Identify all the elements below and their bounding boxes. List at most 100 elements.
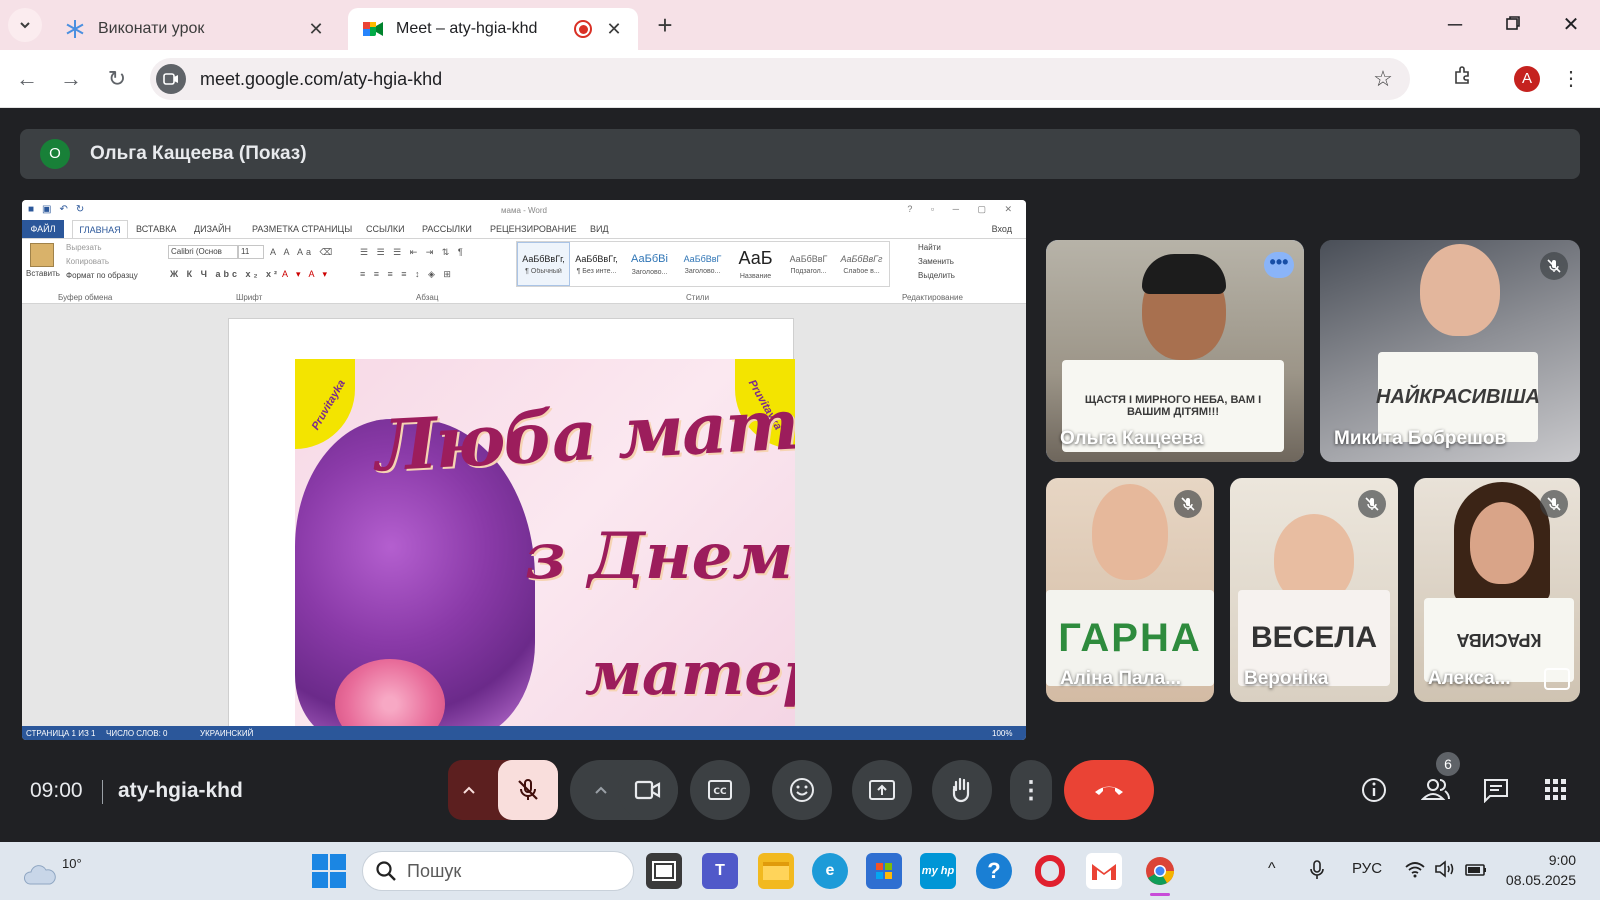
show-hidden-icons-button[interactable]: ^ xyxy=(1268,860,1276,878)
task-view-icon[interactable] xyxy=(646,853,682,889)
battery-icon[interactable] xyxy=(1464,860,1488,883)
edge-icon[interactable]: e xyxy=(812,853,848,889)
video-settings-button[interactable] xyxy=(588,777,614,803)
chevron-down-icon xyxy=(20,22,30,29)
meeting-code: aty-hgia-khd xyxy=(118,779,243,802)
word-tab-file: ФАЙЛ xyxy=(22,220,64,238)
tab-title: Meet – aty-hgia-khd xyxy=(396,20,538,37)
clock-area[interactable]: 9:00 08.05.2025 xyxy=(1506,850,1576,890)
greeting-line-2: з Днем xyxy=(525,519,794,594)
store-icon[interactable] xyxy=(866,853,902,889)
presenter-banner: О Ольга Кащеева (Показ) xyxy=(20,129,1580,179)
forward-button[interactable]: → xyxy=(56,64,86,94)
browser-tab-strip: Виконати урок ✕ Meet – aty-hgia-khd ✕ + … xyxy=(0,0,1600,50)
camera-toggle-button[interactable] xyxy=(618,760,678,820)
camera-control-group xyxy=(570,760,678,820)
microphone-tray-icon[interactable] xyxy=(1310,860,1324,885)
style-caption: Заголово... xyxy=(631,268,668,276)
divider xyxy=(102,780,103,804)
mic-control-group xyxy=(448,760,558,820)
word-styles-gallery: АаБбВвГг, ¶ Обычный АаБбВвГг, ¶ Без инте..… xyxy=(516,241,890,287)
word-format-painter-label: Формат по образцу xyxy=(66,271,138,280)
word-tab-design: ДИЗАЙН xyxy=(194,224,231,234)
picture-in-picture-icon[interactable] xyxy=(1544,668,1570,690)
recording-icon xyxy=(574,20,592,38)
profile-avatar[interactable]: A xyxy=(1514,66,1540,92)
start-button[interactable] xyxy=(312,854,346,888)
tab-search-button[interactable] xyxy=(8,8,42,42)
reload-button[interactable]: ↻ xyxy=(102,64,132,94)
word-document-area: Pruvitayka Pruvitayka Люба матусю, з Дне… xyxy=(22,304,1026,739)
present-screen-button[interactable] xyxy=(852,760,912,820)
help-icon[interactable]: ? xyxy=(976,853,1012,889)
style-sample: АаБ xyxy=(738,248,773,268)
bookmark-star-icon[interactable]: ☆ xyxy=(1368,66,1398,92)
participant-tile-alina[interactable]: ГАРНА Аліна Пала... xyxy=(1046,478,1214,702)
word-replace: Заменить xyxy=(918,257,954,266)
address-bar[interactable]: meet.google.com/aty-hgia-khd ☆ xyxy=(150,58,1410,100)
style-heading1: АаБбВі Заголово... xyxy=(623,242,676,286)
wifi-icon[interactable] xyxy=(1404,860,1426,883)
participant-tile-mykyta[interactable]: НАЙКРАСИВІША Микита Бобрешов xyxy=(1320,240,1580,462)
myhp-icon[interactable]: my hp xyxy=(920,853,956,889)
mic-off-icon xyxy=(1358,490,1386,518)
more-options-button[interactable]: ⋮ xyxy=(1010,760,1052,820)
participant-tile-aleksa[interactable]: КРАСИВА Алекса... xyxy=(1414,478,1580,702)
weather-widget[interactable]: 10° xyxy=(22,850,82,890)
browser-menu-icon[interactable]: ⋮ xyxy=(1556,64,1586,94)
taskbar-search[interactable]: Пошук xyxy=(362,851,634,891)
input-language[interactable]: РУС xyxy=(1352,860,1382,877)
presenter-avatar: О xyxy=(40,139,70,169)
restore-icon xyxy=(1506,16,1520,30)
minimize-button[interactable]: ─ xyxy=(1440,10,1470,40)
mic-toggle-button[interactable] xyxy=(498,760,558,820)
participant-tile-veronika[interactable]: ВЕСЕЛА Вероніка xyxy=(1230,478,1398,702)
raise-hand-button[interactable] xyxy=(932,760,992,820)
gmail-icon[interactable] xyxy=(1086,853,1122,889)
word-copy-label: Копировать xyxy=(66,257,110,266)
captions-button[interactable]: CC xyxy=(690,760,750,820)
word-tab-home: ГЛАВНАЯ xyxy=(72,220,128,238)
opera-icon[interactable] xyxy=(1032,853,1068,889)
chrome-icon[interactable] xyxy=(1142,853,1178,896)
tab-close-icon[interactable]: ✕ xyxy=(306,19,326,40)
volume-icon[interactable] xyxy=(1434,860,1456,883)
back-button[interactable]: ← xyxy=(12,64,42,94)
people-button[interactable] xyxy=(1420,774,1452,806)
windows-taskbar: 10° Пошук T e my hp ? ^ РУС 9:00 08.05.2… xyxy=(0,842,1600,900)
shared-screen: ■ ▣ ↶ ↻ мама - Word ? ▫ ─ ▢ ✕ ФАЙЛ ГЛАВНАЯ … xyxy=(22,200,1026,740)
style-caption: Название xyxy=(739,273,772,280)
close-window-button[interactable]: ✕ xyxy=(1556,10,1586,40)
meeting-details-button[interactable] xyxy=(1358,774,1390,806)
site-info-icon[interactable] xyxy=(156,64,186,94)
extensions-icon[interactable] xyxy=(1448,64,1478,94)
reactions-button[interactable] xyxy=(772,760,832,820)
tab-close-icon[interactable]: ✕ xyxy=(604,19,624,40)
word-tab-references: ССЫЛКИ xyxy=(366,224,405,234)
mic-off-icon xyxy=(1540,490,1568,518)
paste-icon xyxy=(30,243,54,267)
tab-meet[interactable]: Meet – aty-hgia-khd ✕ xyxy=(348,8,638,50)
participant-tile-olga[interactable]: ЩАСТЯ І МИРНОГО НЕБА, ВАМ І ВАШИМ ДІТЯМ!… xyxy=(1046,240,1304,462)
search-placeholder: Пошук xyxy=(407,860,462,881)
gmail-envelope-icon xyxy=(1092,864,1116,880)
tab-lesson[interactable]: Виконати урок ✕ xyxy=(50,8,340,50)
file-explorer-icon[interactable] xyxy=(758,853,794,889)
teams-icon[interactable]: T xyxy=(702,853,738,889)
greeting-card-image: Pruvitayka Pruvitayka Люба матусю, з Дне… xyxy=(295,359,795,739)
word-cut-label: Вырезать xyxy=(66,243,102,252)
new-tab-button[interactable]: + xyxy=(650,10,680,40)
word-tab-layout: РАЗМЕТКА СТРАНИЦЫ xyxy=(252,224,353,234)
leave-call-button[interactable] xyxy=(1064,760,1154,820)
group-paragraph: Абзац xyxy=(416,293,439,302)
participant-hair xyxy=(1142,254,1226,294)
word-ribbon: Вставить Вырезать Копировать Формат по о… xyxy=(22,238,1026,304)
more-options-icon[interactable]: ••• xyxy=(1264,252,1294,278)
activities-button[interactable] xyxy=(1540,774,1572,806)
chat-button[interactable] xyxy=(1480,774,1512,806)
restore-button[interactable] xyxy=(1498,10,1528,40)
word-align-icons: ≡ ≡ ≡ ≡ ↕ ◈ ⊞ xyxy=(360,269,454,279)
word-list-icons: ☰ ☰ ☰ ⇤ ⇥ ⇅ ¶ xyxy=(360,247,466,257)
cloud-icon xyxy=(24,865,56,885)
audio-settings-button[interactable] xyxy=(456,777,482,803)
